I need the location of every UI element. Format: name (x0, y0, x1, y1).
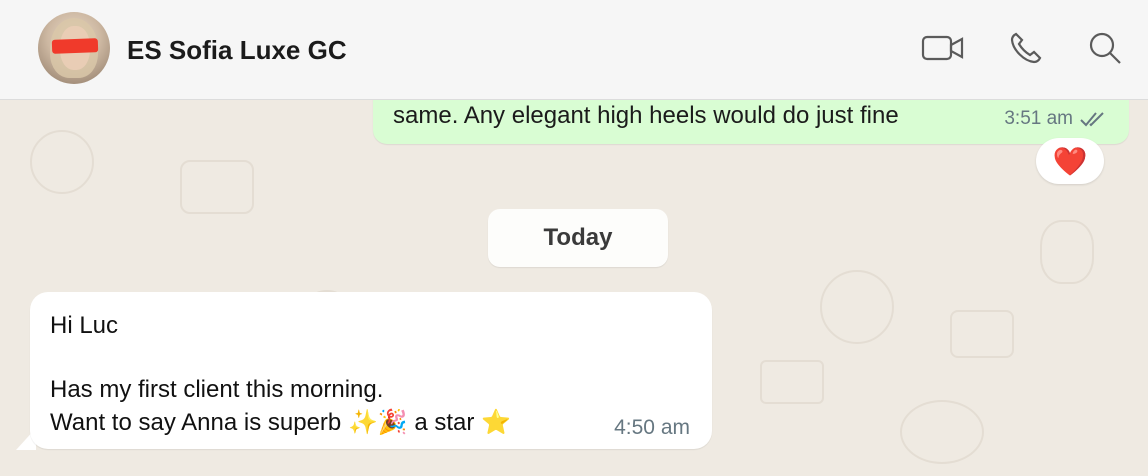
incoming-message[interactable]: Hi Luc Has my first client this morning.… (30, 292, 712, 449)
background-doodle (180, 160, 254, 214)
message-time: 4:50 am (614, 416, 690, 439)
background-doodle (820, 270, 894, 344)
message-line: Has my first client this morning. (50, 376, 384, 403)
message-text: same. Any elegant high heels would do ju… (393, 102, 899, 129)
outgoing-message[interactable]: same. Any elegant high heels would do ju… (373, 100, 1129, 144)
video-call-icon (921, 35, 964, 61)
read-ticks-icon (1080, 112, 1104, 127)
voice-call-button[interactable] (1003, 28, 1049, 68)
background-doodle (760, 360, 824, 404)
search-button[interactable] (1082, 28, 1128, 68)
heart-reaction[interactable]: ❤️ (1036, 138, 1104, 184)
message-line: Want to say Anna is superb ✨🎉 a star ⭐ (50, 409, 511, 436)
message-line: Hi Luc (50, 312, 119, 339)
chat-header: ES Sofia Luxe GC (0, 0, 1148, 100)
search-icon (1089, 32, 1121, 64)
background-doodle (1040, 220, 1094, 284)
background-doodle (900, 400, 984, 464)
redaction-bar (51, 38, 99, 54)
video-call-button[interactable] (920, 28, 966, 68)
message-time: 3:51 am (1004, 108, 1073, 129)
date-separator: Today (488, 209, 668, 267)
chat-area[interactable]: same. Any elegant high heels would do ju… (0, 100, 1148, 476)
background-doodle (950, 310, 1014, 358)
voice-call-icon (1010, 32, 1042, 64)
chat-title[interactable]: ES Sofia Luxe GC (127, 35, 347, 66)
background-doodle (30, 130, 94, 194)
avatar[interactable] (38, 12, 110, 84)
